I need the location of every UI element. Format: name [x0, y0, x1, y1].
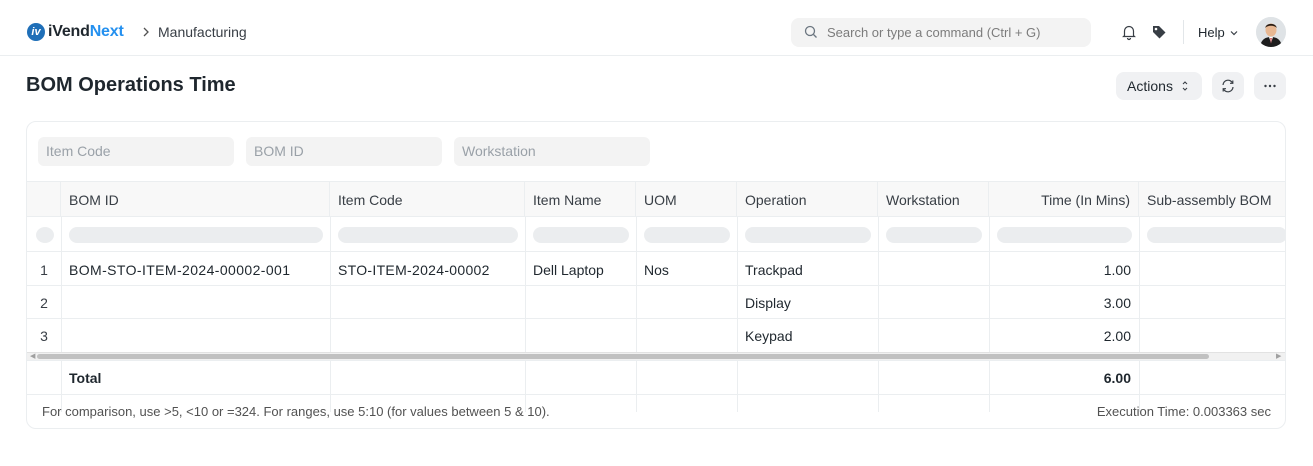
- workstation-filter[interactable]: Workstation: [454, 137, 650, 166]
- logo-text: iVendNext: [48, 23, 124, 41]
- header-item-code[interactable]: Item Code: [330, 182, 525, 217]
- time-column-filter[interactable]: [997, 227, 1132, 243]
- cell-bom-id[interactable]: [61, 286, 330, 319]
- header-uom[interactable]: UOM: [636, 182, 737, 217]
- cell-item-code[interactable]: STO-ITEM-2024-00002: [330, 253, 525, 286]
- column-divider: [330, 361, 331, 395]
- scrollbar-thumb[interactable]: [37, 354, 1209, 359]
- user-avatar[interactable]: [1256, 17, 1286, 47]
- actions-button[interactable]: Actions: [1116, 72, 1202, 100]
- cell-item-code[interactable]: [330, 286, 525, 319]
- app-logo[interactable]: iv iVendNext: [27, 23, 124, 41]
- column-divider: [878, 361, 879, 395]
- column-divider: [525, 361, 526, 395]
- chevron-down-icon: [1230, 30, 1238, 35]
- total-row: Total 6.00: [27, 360, 1285, 395]
- page-title: BOM Operations Time: [26, 74, 236, 96]
- cell-time[interactable]: 2.00: [989, 319, 1139, 352]
- chevron-right-icon: [143, 27, 149, 37]
- column-divider: [636, 361, 637, 395]
- cell-workstation[interactable]: [878, 319, 989, 352]
- cell-sub-bom[interactable]: [1139, 253, 1285, 286]
- logo-icon: iv: [27, 23, 45, 41]
- cell-item-name[interactable]: Dell Laptop: [525, 253, 636, 286]
- operation-column-filter[interactable]: [745, 227, 871, 243]
- column-divider: [737, 361, 738, 395]
- header-bom-id[interactable]: BOM ID: [61, 182, 330, 217]
- cell-item-name[interactable]: [525, 319, 636, 352]
- brand-suffix: Next: [89, 23, 124, 40]
- execution-time: Execution Time: 0.003363 sec: [1096, 404, 1271, 419]
- item-code-filter[interactable]: Item Code: [38, 137, 234, 166]
- notification-bell-icon[interactable]: [1120, 23, 1138, 41]
- select-arrows-icon: [1182, 81, 1188, 91]
- report-card: Item Code BOM ID Workstation BOM ID Item…: [26, 121, 1286, 429]
- header-sub-assembly-bom[interactable]: Sub-assembly BOM: [1139, 182, 1285, 217]
- table-header: BOM ID Item Code Item Name UOM Operation…: [27, 181, 1285, 217]
- cell-uom[interactable]: [636, 319, 737, 352]
- header-time[interactable]: Time (In Mins): [989, 182, 1139, 217]
- cell-sub-bom[interactable]: [1139, 319, 1285, 352]
- column-filter-row: [27, 217, 1285, 252]
- help-label: Help: [1198, 25, 1225, 40]
- cell-item-code[interactable]: [330, 319, 525, 352]
- search-placeholder: Search or type a command (Ctrl + G): [827, 25, 1041, 40]
- total-label: Total: [69, 370, 102, 386]
- filter-hint: For comparison, use >5, <10 or =324. For…: [42, 404, 550, 419]
- table-row[interactable]: 2 Display 3.00: [27, 286, 1285, 319]
- more-options-button[interactable]: [1254, 72, 1286, 100]
- horizontal-scrollbar[interactable]: ◀ ▶: [27, 352, 1285, 360]
- breadcrumb-manufacturing[interactable]: Manufacturing: [158, 24, 247, 40]
- refresh-button[interactable]: [1212, 72, 1244, 100]
- search-icon: [804, 25, 817, 38]
- cell-operation[interactable]: Trackpad: [737, 253, 878, 286]
- cell-item-name[interactable]: [525, 286, 636, 319]
- item-name-column-filter[interactable]: [533, 227, 629, 243]
- row-select-filter[interactable]: [36, 227, 54, 243]
- cell-bom-id[interactable]: [61, 319, 330, 352]
- uom-column-filter[interactable]: [644, 227, 730, 243]
- row-index: 2: [40, 295, 48, 311]
- avatar-image: [1256, 17, 1286, 47]
- brand-prefix: iVend: [48, 23, 90, 40]
- sub-bom-column-filter[interactable]: [1147, 227, 1285, 243]
- navbar: iv iVendNext Manufacturing Search or typ…: [0, 0, 1313, 56]
- header-index: [27, 182, 61, 217]
- actions-label: Actions: [1127, 78, 1173, 94]
- cell-uom[interactable]: [636, 286, 737, 319]
- table-row[interactable]: 3 Keypad 2.00: [27, 319, 1285, 352]
- cell-sub-bom[interactable]: [1139, 286, 1285, 319]
- cell-time[interactable]: 1.00: [989, 253, 1139, 286]
- navbar-divider: [1183, 20, 1184, 44]
- column-divider: [1139, 361, 1140, 395]
- table-row[interactable]: 1 BOM-STO-ITEM-2024-00002-001 STO-ITEM-2…: [27, 253, 1285, 286]
- bom-id-column-filter[interactable]: [69, 227, 323, 243]
- bom-id-filter[interactable]: BOM ID: [246, 137, 442, 166]
- total-time: 6.00: [1103, 370, 1131, 386]
- cell-time[interactable]: 3.00: [989, 286, 1139, 319]
- item-code-column-filter[interactable]: [338, 227, 518, 243]
- header-workstation[interactable]: Workstation: [878, 182, 989, 217]
- header-operation[interactable]: Operation: [737, 182, 878, 217]
- cell-operation[interactable]: Keypad: [737, 319, 878, 352]
- row-index: 3: [40, 328, 48, 344]
- tag-icon[interactable]: [1150, 23, 1168, 41]
- cell-operation[interactable]: Display: [737, 286, 878, 319]
- ellipsis-icon: [1264, 84, 1276, 88]
- cell-workstation[interactable]: [878, 253, 989, 286]
- help-dropdown[interactable]: Help: [1198, 25, 1239, 40]
- refresh-icon: [1222, 79, 1234, 93]
- cell-uom[interactable]: Nos: [636, 253, 737, 286]
- cell-workstation[interactable]: [878, 286, 989, 319]
- header-item-name[interactable]: Item Name: [525, 182, 636, 217]
- search-bar[interactable]: Search or type a command (Ctrl + G): [791, 18, 1091, 47]
- workstation-column-filter[interactable]: [886, 227, 982, 243]
- cell-bom-id[interactable]: BOM-STO-ITEM-2024-00002-001: [61, 253, 330, 286]
- row-index: 1: [40, 262, 48, 278]
